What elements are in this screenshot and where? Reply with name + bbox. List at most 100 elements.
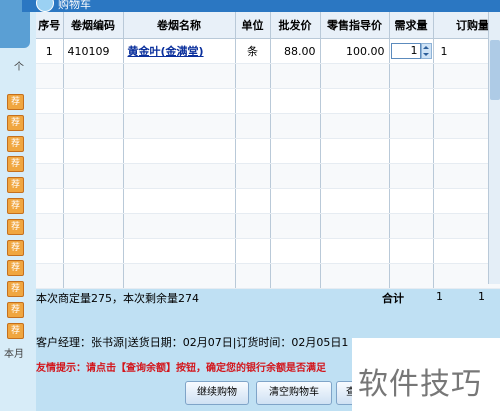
empty-cell (235, 88, 271, 114)
left-panel-label: 个 (14, 62, 24, 73)
recommend-icon[interactable]: 荐 (7, 114, 24, 131)
empty-cell (235, 263, 271, 289)
clear-cart-button[interactable]: 清空购物车 (256, 381, 332, 405)
table-scrollbar[interactable] (488, 12, 500, 284)
empty-cell (235, 213, 271, 239)
empty-cell (36, 213, 64, 239)
empty-cell (63, 63, 124, 89)
total-demand: 1 (436, 290, 443, 303)
empty-cell (123, 188, 236, 214)
product-name-link[interactable]: 黄金叶(金满堂) (128, 45, 204, 58)
empty-cell (235, 238, 271, 264)
empty-cell (36, 163, 64, 189)
empty-cell (63, 188, 124, 214)
empty-cell (320, 163, 390, 189)
recommend-icon[interactable]: 荐 (7, 322, 24, 339)
empty-cell (63, 163, 124, 189)
total-order: 1 (478, 290, 485, 303)
empty-cell (389, 163, 434, 189)
empty-cell (270, 263, 321, 289)
empty-table-row (36, 88, 500, 114)
empty-table-row (36, 113, 500, 139)
quota-summary: 本次商定量275，本次剩余量274 (36, 292, 199, 305)
continue-shopping-button[interactable]: 继续购物 (185, 381, 249, 405)
empty-cell (270, 88, 321, 114)
empty-cell (320, 188, 390, 214)
left-panel: 个 荐荐荐荐荐荐荐荐荐荐荐荐 本月 (0, 0, 36, 411)
empty-cell (63, 213, 124, 239)
empty-cell (320, 213, 390, 239)
recommend-icon[interactable]: 荐 (7, 156, 24, 173)
empty-cell (123, 138, 236, 164)
table-row[interactable]: 1 410109 黄金叶(金满堂) 条 88.00 100.00 1 1 (36, 38, 500, 64)
empty-cell (270, 238, 321, 264)
scrollbar-thumb[interactable] (490, 40, 500, 100)
recommend-icon[interactable]: 荐 (7, 177, 24, 194)
row-demand-cell: 1 (389, 38, 434, 64)
empty-cell (63, 138, 124, 164)
empty-cell (235, 113, 271, 139)
empty-cell (320, 63, 390, 89)
demand-quantity-input[interactable]: 1 (390, 43, 421, 59)
empty-cell (389, 63, 434, 89)
empty-cell (123, 63, 236, 89)
empty-cell (389, 238, 434, 264)
empty-cell (270, 213, 321, 239)
empty-cell (389, 188, 434, 214)
empty-cell (36, 263, 64, 289)
empty-cell (36, 138, 64, 164)
empty-cell (123, 238, 236, 264)
recommend-icon[interactable]: 荐 (7, 198, 24, 214)
column-header: 单位 (235, 12, 271, 39)
empty-cell (270, 188, 321, 214)
empty-cell (270, 163, 321, 189)
empty-cell (320, 238, 390, 264)
empty-cell (36, 238, 64, 264)
recommend-icon[interactable]: 荐 (7, 94, 24, 110)
recommend-icon[interactable]: 荐 (7, 135, 24, 152)
quantity-spinner-icon[interactable] (420, 43, 432, 59)
empty-cell (123, 163, 236, 189)
empty-cell (389, 213, 434, 239)
empty-cell (63, 263, 124, 289)
dialog-title-bar[interactable] (22, 0, 500, 12)
delivery-info: 客户经理：张书源|送货日期：02月07日|订货时间：02月05日1 (36, 336, 349, 349)
empty-cell (270, 113, 321, 139)
recommend-icon[interactable]: 荐 (7, 260, 24, 277)
column-header: 卷烟编码 (63, 12, 124, 39)
empty-cell (123, 113, 236, 139)
empty-cell (123, 88, 236, 114)
friendly-tip: 友情提示：请点击【查询余额】按钮，确定您的银行余额是否满足 (36, 363, 326, 374)
recommend-icon[interactable]: 荐 (7, 281, 24, 298)
empty-cell (320, 88, 390, 114)
empty-table-row (36, 263, 500, 289)
row-unit: 条 (235, 38, 271, 64)
total-label: 合计 (382, 292, 404, 305)
empty-cell (389, 113, 434, 139)
empty-cell (270, 138, 321, 164)
empty-cell (235, 188, 271, 214)
recommend-icon[interactable]: 荐 (7, 239, 24, 256)
empty-cell (235, 138, 271, 164)
recommend-icon[interactable]: 荐 (7, 218, 24, 235)
empty-table-row (36, 63, 500, 89)
empty-cell (320, 113, 390, 139)
recommend-icon[interactable]: 荐 (7, 302, 24, 318)
row-index: 1 (36, 38, 64, 64)
row-code: 410109 (63, 38, 124, 64)
table-header-row: 序号 卷烟编码 卷烟名称 单位 批发价 零售指导价 需求量 订购量 (36, 12, 500, 39)
column-header: 零售指导价 (320, 12, 390, 39)
empty-cell (63, 88, 124, 114)
column-header: 序号 (36, 12, 64, 39)
empty-cell (36, 113, 64, 139)
empty-cell (63, 113, 124, 139)
empty-table-row (36, 138, 500, 164)
dialog-title: 购物车 (58, 0, 91, 11)
empty-cell (270, 63, 321, 89)
empty-cell (36, 188, 64, 214)
empty-table-row (36, 238, 500, 264)
empty-cell (235, 163, 271, 189)
summary-bar: 本次商定量275，本次剩余量274 合计 1 1 (36, 290, 500, 306)
empty-cell (320, 263, 390, 289)
empty-cell (63, 238, 124, 264)
